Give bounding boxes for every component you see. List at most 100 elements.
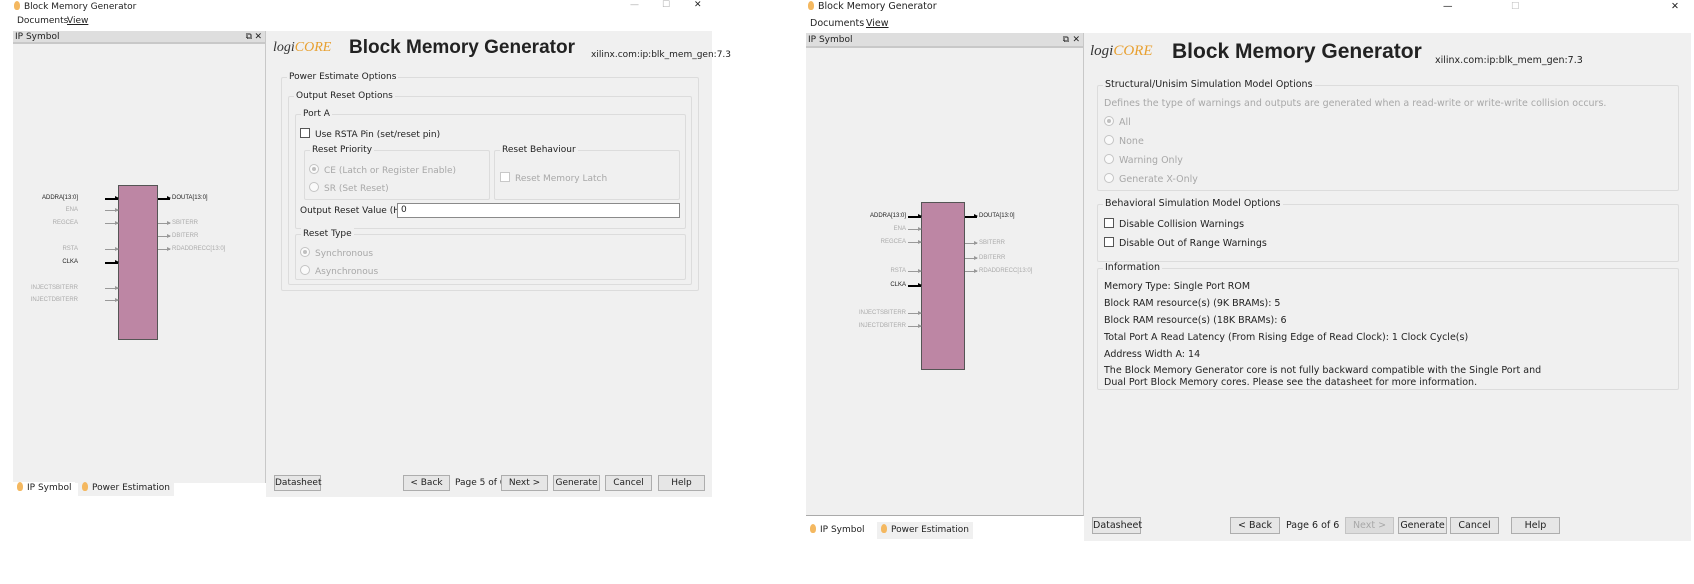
pin-label: INJECTSBITERR: [858, 310, 906, 316]
radio-synchronous[interactable]: Synchronous: [300, 247, 373, 260]
cancel-button[interactable]: Cancel: [605, 475, 652, 491]
page-title: Block Memory Generator: [349, 37, 575, 58]
float-icon[interactable]: ⧉: [1063, 33, 1069, 47]
pin-line: [158, 221, 171, 225]
power-estimate-options-group: Power Estimate Options Output Reset Opti…: [281, 71, 699, 291]
menu-view[interactable]: View: [67, 16, 88, 27]
radio-all[interactable]: All: [1104, 116, 1131, 129]
radio-warning-only[interactable]: Warning Only: [1104, 154, 1183, 167]
pin-line: [965, 256, 978, 260]
reset-behaviour-group: Reset Behaviour Reset Memory Latch: [494, 144, 680, 200]
pin-label: ENA: [893, 226, 906, 232]
pin-line: [908, 214, 922, 218]
app-icon: [14, 1, 20, 10]
pin-label: DOUTA[13:0]: [172, 195, 208, 201]
info-memory-type: Memory Type: Single Port ROM: [1104, 281, 1251, 292]
information-group: Information Memory Type: Single Port ROM…: [1097, 262, 1679, 390]
pin-line: [908, 269, 922, 273]
pin-label: DBITERR: [172, 233, 199, 239]
ip-identifier: xilinx.com:ip:blk_mem_gen:7.3: [591, 50, 732, 60]
use-rsta-checkbox[interactable]: Use RSTA Pin (set/reset pin): [300, 128, 440, 141]
maximize-button[interactable]: ☐: [1511, 1, 1520, 13]
menu-documents[interactable]: Documents: [17, 16, 68, 27]
radio-generate-x-only[interactable]: Generate X-Only: [1104, 173, 1198, 186]
info-compatibility-note: The Block Memory Generator core is not f…: [1104, 365, 1542, 388]
back-button[interactable]: < Back: [1230, 517, 1280, 534]
menu-view[interactable]: View: [866, 18, 889, 30]
tab-ip-symbol[interactable]: IP Symbol: [13, 482, 76, 496]
pin-label: ADDRA[13:0]: [869, 213, 906, 219]
page-indicator: Page 6 of 6: [1286, 520, 1340, 531]
help-button[interactable]: Help: [1511, 517, 1560, 534]
datasheet-button[interactable]: Datasheet: [1092, 517, 1142, 534]
next-button[interactable]: Next >: [501, 475, 548, 491]
memory-block: [921, 202, 965, 370]
pin-line: [158, 196, 171, 200]
radio-asynchronous[interactable]: Asynchronous: [300, 265, 378, 278]
pin-line: [908, 311, 922, 315]
tab-power-estimation[interactable]: Power Estimation: [78, 482, 174, 496]
pin-label: DOUTA[13:0]: [979, 213, 1015, 219]
page-title: Block Memory Generator: [1172, 40, 1422, 63]
radio-none[interactable]: None: [1104, 135, 1144, 148]
disable-out-of-range-warnings-checkbox[interactable]: Disable Out of Range Warnings: [1104, 237, 1267, 250]
title-bar: Block Memory Generator: [808, 1, 937, 13]
pin-line: [105, 298, 119, 302]
close-button[interactable]: ✕: [1671, 1, 1679, 13]
menu-documents[interactable]: Documents: [810, 18, 864, 30]
window-title: Block Memory Generator: [24, 2, 137, 12]
port-a-group: Port A Use RSTA Pin (set/reset pin) Rese…: [295, 108, 686, 229]
title-bar: Block Memory Generator: [14, 1, 136, 13]
panel-close-icon[interactable]: ✕: [1072, 33, 1080, 47]
generate-button[interactable]: Generate: [553, 475, 600, 491]
float-icon[interactable]: ⧉: [246, 31, 252, 43]
ip-identifier: xilinx.com:ip:blk_mem_gen:7.3: [1435, 55, 1583, 66]
radio-ce[interactable]: CE (Latch or Register Enable): [309, 164, 456, 177]
tab-power-estimation[interactable]: Power Estimation: [877, 522, 973, 539]
tab-ip-symbol[interactable]: IP Symbol: [806, 522, 869, 539]
next-button[interactable]: Next >: [1345, 517, 1394, 534]
main-content: logiCORE Block Memory Generator xilinx.c…: [1084, 33, 1691, 541]
pin-label: INJECTDBITERR: [858, 323, 906, 329]
panel-title: IP Symbol: [15, 32, 60, 42]
pin-line: [158, 247, 171, 251]
pin-label: REGCEA: [52, 220, 78, 226]
panel-title: IP Symbol: [808, 35, 853, 45]
panel-header: IP Symbol ⧉ ✕: [806, 33, 1083, 48]
output-reset-value-input[interactable]: 0: [397, 203, 680, 218]
reset-type-group: Reset Type Synchronous Asynchronous: [295, 228, 686, 280]
panel-header: IP Symbol ⧉ ✕: [13, 31, 265, 44]
pin-line: [908, 240, 922, 244]
behavioral-options-group: Behavioral Simulation Model Options Disa…: [1097, 198, 1679, 262]
page-indicator: Page 5 of 6: [455, 478, 506, 488]
disable-collision-warnings-checkbox[interactable]: Disable Collision Warnings: [1104, 218, 1244, 231]
panel-close-icon[interactable]: ✕: [254, 31, 262, 43]
info-9k-brams: Block RAM resource(s) (9K BRAMs): 5: [1104, 298, 1281, 309]
app-icon: [808, 1, 814, 10]
cancel-button[interactable]: Cancel: [1450, 517, 1499, 534]
main-content: logiCORE Block Memory Generator xilinx.c…: [266, 31, 731, 497]
pin-label: ADDRA[13:0]: [41, 195, 78, 201]
pin-label: INJECTDBITERR: [30, 297, 78, 303]
pin-line: [908, 283, 922, 287]
logicore-logo: logiCORE: [1090, 43, 1153, 59]
window-title: Block Memory Generator: [818, 1, 937, 12]
datasheet-button[interactable]: Datasheet: [274, 475, 322, 491]
pin-line: [105, 247, 119, 251]
radio-sr[interactable]: SR (Set Reset): [309, 182, 389, 195]
generate-button[interactable]: Generate: [1398, 517, 1447, 534]
maximize-button[interactable]: ☐: [662, 0, 670, 11]
pin-label: CLKA: [890, 282, 906, 288]
pin-line: [105, 221, 119, 225]
logicore-logo: logiCORE: [273, 40, 332, 55]
pin-line: [105, 286, 119, 290]
pin-line: [908, 227, 922, 231]
minimize-button[interactable]: —: [1443, 1, 1453, 13]
minimize-button[interactable]: —: [630, 0, 639, 11]
back-button[interactable]: < Back: [403, 475, 450, 491]
reset-priority-group: Reset Priority CE (Latch or Register Ena…: [304, 144, 490, 200]
reset-memory-latch-checkbox[interactable]: Reset Memory Latch: [500, 172, 607, 185]
help-button[interactable]: Help: [658, 475, 705, 491]
close-button[interactable]: ✕: [694, 0, 702, 11]
pin-line: [965, 214, 978, 218]
